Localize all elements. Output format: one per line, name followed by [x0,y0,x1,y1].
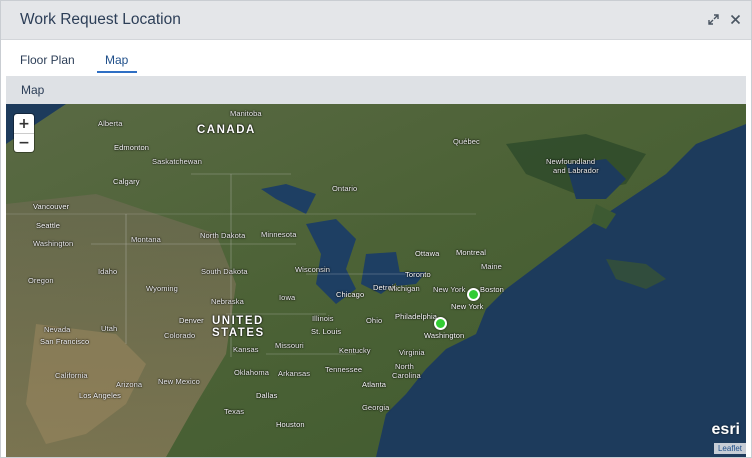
active-tab-indicator [97,71,137,73]
map-label-new-mexico: New Mexico [158,377,200,386]
map-label-oklahoma: Oklahoma [234,368,269,377]
map-label-atlanta: Atlanta [362,380,387,389]
map-label-tennessee: Tennessee [325,365,363,374]
location-marker-washington[interactable] [434,317,447,330]
map-label-idaho: Idaho [98,267,118,276]
map-label-wyoming: Wyoming [146,284,178,293]
tab-strip: Floor Plan Map [1,41,751,75]
map-label-toronto: Toronto [405,270,431,279]
close-icon[interactable] [727,11,743,27]
map-label-virginia: Virginia [399,348,425,357]
zoom-control: + − [14,114,34,152]
map-label-arkansas: Arkansas [278,369,311,378]
tab-map[interactable]: Map [105,53,128,67]
map-label-kansas: Kansas [233,345,259,354]
tab-floor-plan[interactable]: Floor Plan [20,53,75,67]
map-label-newfoundland: Newfoundland [546,157,596,166]
map-label-north-dakota: North Dakota [200,231,246,240]
location-marker-new-york[interactable] [467,288,480,301]
map-label-nevada: Nevada [44,325,71,334]
section-title: Map [21,83,45,97]
leaflet-attribution-link[interactable]: Leaflet [713,443,746,454]
map-view[interactable]: + − CANADA UNITED STATES Alberta Manitob… [6,104,746,457]
map-label-edmonton: Edmonton [114,143,149,152]
map-label-washington: Washington [33,239,74,248]
map-label-georgia: Georgia [362,403,390,412]
map-label-los-angeles: Los Angeles [79,391,121,400]
map-label-vancouver: Vancouver [33,202,70,211]
map-label-new-york-city: New York [451,302,484,311]
country-label-canada: CANADA [197,124,256,136]
expand-icon[interactable] [705,11,721,27]
map-label-iowa: Iowa [279,293,296,302]
country-label-united: UNITED [212,315,264,327]
map-label-south-dakota: South Dakota [201,267,248,276]
map-label-maine: Maine [481,262,502,271]
map-label-ohio: Ohio [366,316,383,325]
map-label-nebraska: Nebraska [211,297,244,306]
esri-logo: esri [711,421,740,438]
map-label-labrador: and Labrador [553,166,599,175]
map-label-seattle: Seattle [36,221,61,230]
map-label-california: California [55,371,88,380]
map-label-michigan: Michigan [389,284,420,293]
map-label-quebec: Québec [453,137,480,146]
map-label-st-louis: St. Louis [311,327,342,336]
map-label-kentucky: Kentucky [339,346,371,355]
map-label-wisconsin: Wisconsin [295,265,331,274]
title-bar: Work Request Location [1,1,751,40]
map-label-chicago: Chicago [336,290,365,299]
map-label-new-york-state: New York [433,285,466,294]
dialog-title: Work Request Location [20,11,181,28]
zoom-out-button[interactable]: − [14,133,34,152]
map-label-minnesota: Minnesota [261,230,297,239]
map-label-ottawa: Ottawa [415,249,440,258]
map-label-north-carolina-line2: Carolina [392,371,421,380]
map-label-montreal: Montreal [456,248,486,257]
zoom-in-button[interactable]: + [14,114,34,133]
map-label-arizona: Arizona [116,380,143,389]
map-label-manitoba: Manitoba [230,109,262,118]
map-label-ontario: Ontario [332,184,358,193]
work-request-location-dialog: Work Request Location Floor Plan Map Map [0,0,752,458]
map-label-houston: Houston [276,420,305,429]
map-label-calgary: Calgary [113,177,140,186]
section-header: Map [6,76,746,104]
map-label-montana: Montana [131,235,161,244]
map-label-washington-dc: Washington [424,331,465,340]
map-label-philadelphia: Philadelphia [395,312,438,321]
map-label-illinois: Illinois [312,314,334,323]
map-label-texas: Texas [224,407,245,416]
map-label-utah: Utah [101,324,118,333]
map-label-dallas: Dallas [256,391,278,400]
window-actions [705,11,743,27]
map-label-oregon: Oregon [28,276,54,285]
map-label-alberta: Alberta [98,119,123,128]
map-label-missouri: Missouri [275,341,304,350]
map-label-san-francisco: San Francisco [40,337,90,346]
map-label-denver: Denver [179,316,204,325]
map-label-saskatchewan: Saskatchewan [152,157,202,166]
map-label-north-carolina-line1: North [395,362,414,371]
map-label-colorado: Colorado [164,331,196,340]
map-label-boston: Boston [480,285,504,294]
country-label-states: STATES [212,327,265,339]
